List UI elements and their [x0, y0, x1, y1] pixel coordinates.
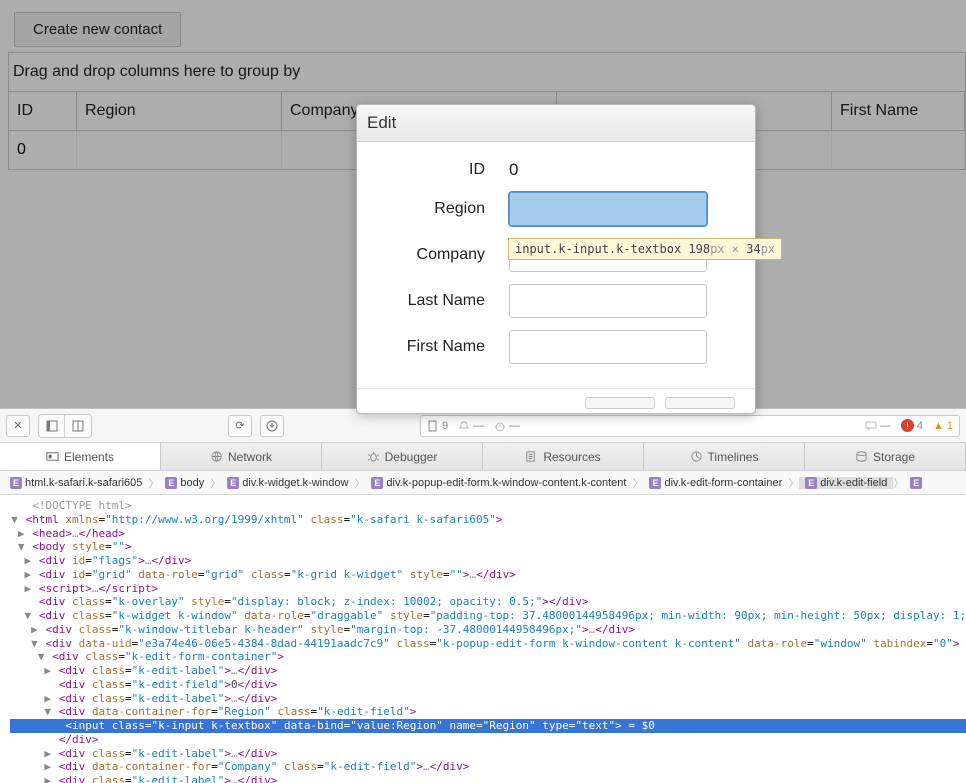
label-id: ID [381, 161, 509, 179]
dock-toggle[interactable] [38, 414, 92, 438]
tab-timelines[interactable]: Timelines [644, 443, 805, 470]
devtools-tabs: Elements Network Debugger Resources Time… [0, 443, 966, 471]
dialog-button[interactable] [585, 397, 655, 409]
first-name-field[interactable] [509, 330, 707, 364]
breadcrumb-item[interactable]: Ebody [159, 477, 210, 489]
download-icon[interactable] [260, 415, 284, 437]
error-icon: ! [901, 419, 914, 432]
label-last: Last Name [381, 292, 509, 310]
label-first: First Name [381, 338, 509, 356]
devtools-status-bar: 9 — — — !4 ▲ 1 [420, 415, 960, 437]
error-count[interactable]: !4 [901, 419, 923, 432]
value-id: 0 [509, 160, 518, 179]
inspector-tooltip: input.k-input.k-textbox 198px × 34px [508, 238, 782, 260]
window-title[interactable]: Edit [357, 105, 755, 142]
bell-icon: — [458, 420, 484, 432]
tab-elements[interactable]: Elements [0, 443, 161, 470]
tab-resources[interactable]: Resources [483, 443, 644, 470]
tab-debugger[interactable]: Debugger [322, 443, 483, 470]
doc-count: 9 [427, 420, 448, 432]
tab-storage[interactable]: Storage [805, 443, 966, 470]
last-name-field[interactable] [509, 284, 707, 318]
close-icon[interactable]: ✕ [6, 415, 30, 437]
warning-count[interactable]: ▲ 1 [933, 420, 953, 432]
breadcrumb-item[interactable]: Ediv.k-edit-field [799, 477, 893, 489]
reload-icon[interactable]: ⟳ [228, 415, 252, 437]
region-field[interactable] [509, 192, 707, 226]
breadcrumb-item[interactable]: E [904, 477, 928, 489]
breadcrumb-item[interactable]: Ehtml.k-safari.k-safari605 [4, 477, 148, 489]
breadcrumb: Ehtml.k-safari.k-safari605〉 Ebody〉 Ediv.… [0, 471, 966, 495]
label-company: Company [381, 246, 509, 264]
dialog-button[interactable] [665, 397, 735, 409]
breadcrumb-item[interactable]: Ediv.k-popup-edit-form.k-window-content.… [365, 477, 632, 489]
breadcrumb-item[interactable]: Ediv.k-widget.k-window [221, 477, 354, 489]
source-panel[interactable]: <!DOCTYPE html>▼ <html xmlns="http://www… [0, 495, 966, 783]
dock-left-icon[interactable] [39, 415, 65, 437]
breadcrumb-item[interactable]: Ediv.k-edit-form-container [643, 477, 788, 489]
label-region: Region [381, 200, 509, 218]
comment-icon: — [865, 420, 891, 432]
dock-right-icon[interactable] [65, 415, 91, 437]
devtools-toolbar: ✕ ⟳ 9 — — — !4 ▲ 1 [0, 409, 966, 443]
devtools: ✕ ⟳ 9 — — — !4 ▲ 1 Elements Network Debu… [0, 408, 966, 783]
tab-network[interactable]: Network [161, 443, 322, 470]
timer-icon: — [494, 420, 520, 432]
